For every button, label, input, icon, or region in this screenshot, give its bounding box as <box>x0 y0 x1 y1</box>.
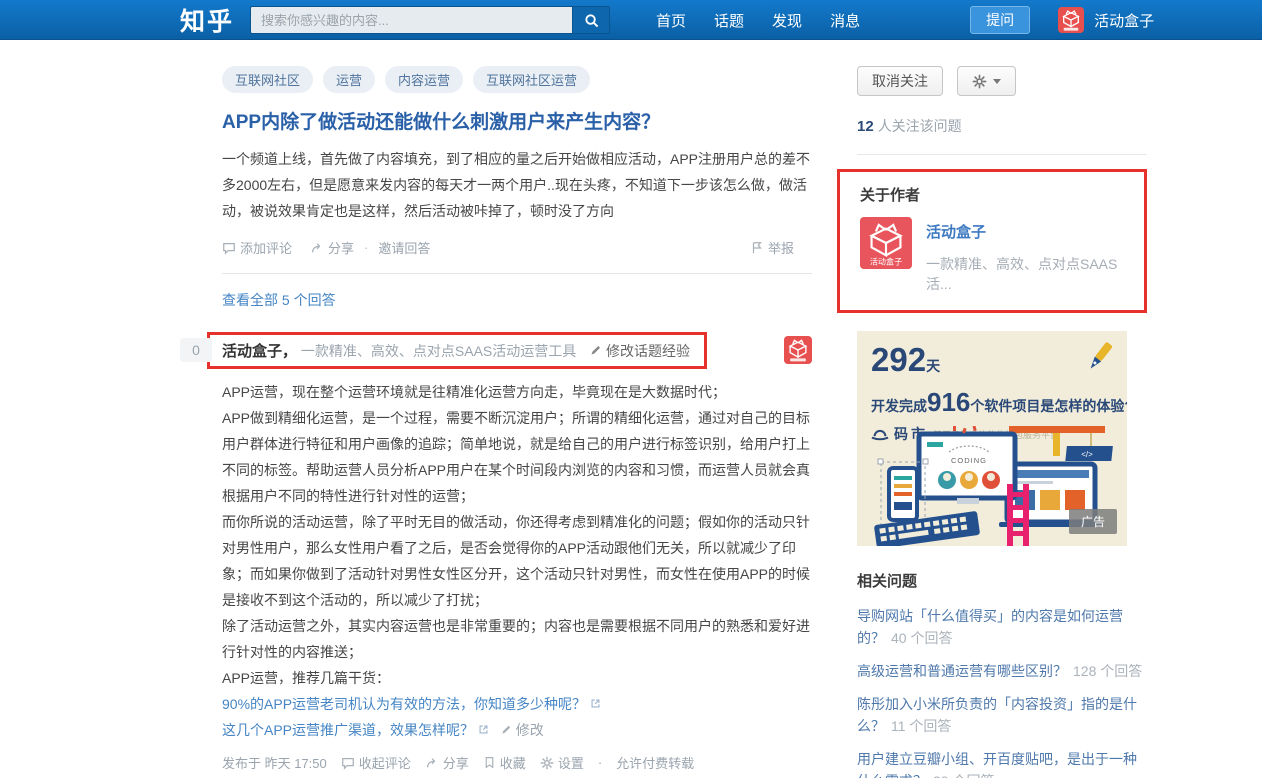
advertisement[interactable]: 292天 开发完成916个软件项目是怎样的体验? 码市 基于云技术的软件外包服务… <box>857 331 1127 546</box>
dot-separator: · <box>364 240 368 255</box>
share-icon <box>310 241 324 255</box>
sidebar: 取消关注 12人关注该问题 关于作者 活动盒子 活动盒子 一款精准、高效、点对点… <box>857 66 1147 778</box>
annotation-box-about-author: 关于作者 活动盒子 活动盒子 一款精准、高效、点对点SAAS活... <box>837 169 1147 313</box>
answer-block: 0 活动盒子， 一款精准、高效、点对点SAAS活动运营工具 修改话题经验 <box>180 332 812 778</box>
unfollow-button[interactable]: 取消关注 <box>857 66 943 96</box>
related-question-link[interactable]: 用户建立豆瓣小组、开百度贴吧，是出于一种什么需求？ <box>857 751 1137 778</box>
about-author-heading: 关于作者 <box>860 184 1128 205</box>
add-comment-action[interactable]: 添加评论 <box>222 238 292 257</box>
nav-discover[interactable]: 发现 <box>772 10 802 31</box>
question-title[interactable]: APP内除了做活动还能做什么刺激用户来产生内容？ <box>222 107 812 134</box>
pencil-icon <box>590 344 602 356</box>
user-avatar-icon <box>1058 7 1084 33</box>
external-link-icon <box>590 698 601 709</box>
invite-answer-action[interactable]: 邀请回答 <box>378 238 430 257</box>
vote-count[interactable]: 0 <box>180 338 212 362</box>
user-menu[interactable]: 活动盒子 <box>1058 7 1154 33</box>
report-action[interactable]: 举报 <box>750 238 794 257</box>
search-bar <box>250 6 610 34</box>
related-question-item: 陈彤加入小米所负责的「内容投资」指的是什么？11 个回答 <box>857 693 1143 737</box>
answer-count: 38 个回答 <box>933 773 994 778</box>
search-input[interactable] <box>250 6 572 34</box>
answer-text: APP运营，现在整个运营环境就是往精准化运营方向走，毕竟现在是大数据时代； AP… <box>222 379 812 743</box>
external-link-icon <box>478 724 489 735</box>
collapse-comments-action[interactable]: 收起评论 <box>341 753 411 772</box>
top-navbar: 知乎 首页 话题 发现 消息 提问 活动盒子 <box>0 0 1262 40</box>
share-answer-action[interactable]: 分享 <box>425 753 469 772</box>
author-bio: 一款精准、高效、点对点SAAS活... <box>926 254 1128 294</box>
question-description: 一个频道上线，首先做了内容填充，到了相应的量之后开始做相应活动，APP注册用户总… <box>222 146 812 224</box>
related-question-item: 高级运营和普通运营有哪些区别？ 128 个回答 <box>857 660 1143 682</box>
ad-days-text: 292天 <box>871 343 1113 383</box>
zhihu-page: 知乎 首页 话题 发现 消息 提问 活动盒子 <box>0 0 1262 778</box>
answer-author-avatar[interactable] <box>784 336 812 364</box>
divider <box>857 154 1147 155</box>
topic-tag[interactable]: 内容运营 <box>385 66 463 93</box>
followers-count: 12人关注该问题 <box>857 116 1147 136</box>
ad-badge: 广告 <box>1069 509 1117 534</box>
search-icon <box>584 13 599 28</box>
question-settings-button[interactable] <box>957 66 1016 96</box>
answer-count: 40 个回答 <box>891 630 952 646</box>
answer-count: 128 个回答 <box>1073 663 1142 679</box>
favorite-action[interactable]: 收藏 <box>483 753 526 772</box>
edit-link[interactable]: 修改 <box>501 722 544 738</box>
comment-icon <box>341 756 355 770</box>
chevron-down-icon <box>993 79 1001 84</box>
author-name-link[interactable]: 活动盒子 <box>926 221 1128 242</box>
share-icon <box>425 756 439 770</box>
topic-tags: 互联网社区 运营 内容运营 互联网社区运营 <box>222 66 812 93</box>
answer-meta: 发布于 昨天 17:50 收起评论 分享 收藏 <box>222 753 812 772</box>
edit-topic-link[interactable]: 修改话题经验 <box>590 343 690 359</box>
recommended-article-link-1[interactable]: 90%的APP运营老司机认为有效的方法，你知道多少种呢？ <box>222 696 586 712</box>
svg-text:活动盒子: 活动盒子 <box>870 257 902 267</box>
related-question-link[interactable]: 高级运营和普通运营有哪些区别？ <box>857 663 1067 679</box>
topic-tag[interactable]: 运营 <box>323 66 375 93</box>
related-questions-heading: 相关问题 <box>857 570 1143 591</box>
divider <box>222 273 812 274</box>
gear-icon <box>540 756 554 770</box>
question-actions: 添加评论 分享 · 邀请回答 举报 <box>222 238 812 257</box>
recommended-article-link-2[interactable]: 这几个APP运营推广渠道，效果怎样呢？ <box>222 722 474 738</box>
comment-icon <box>222 241 236 255</box>
answer-count: 11 个回答 <box>891 718 951 734</box>
related-questions: 相关问题 导购网站「什么值得买」的内容是如何运营的？40 个回答 高级运营和普通… <box>857 570 1143 778</box>
svg-text:</>: </> <box>1081 450 1093 459</box>
nav-home[interactable]: 首页 <box>656 10 686 31</box>
zhihu-logo[interactable]: 知乎 <box>180 2 234 38</box>
answer-author-name[interactable]: 活动盒子， <box>222 343 297 360</box>
related-question-item: 导购网站「什么值得买」的内容是如何运营的？40 个回答 <box>857 605 1143 649</box>
dot-separator: · <box>598 755 602 770</box>
pen-icon <box>1079 339 1117 379</box>
svg-text:CODING: CODING <box>951 456 987 465</box>
question-column: 互联网社区 运营 内容运营 互联网社区运营 APP内除了做活动还能做什么刺激用户… <box>180 66 812 778</box>
author-avatar[interactable]: 活动盒子 <box>860 217 912 269</box>
annotation-box-answer-header: 活动盒子， 一款精准、高效、点对点SAAS活动运营工具 修改话题经验 <box>207 332 707 369</box>
topic-tag[interactable]: 互联网社区 <box>222 66 313 93</box>
bookmark-icon <box>483 756 496 769</box>
related-question-item: 用户建立豆瓣小组、开百度贴吧，是出于一种什么需求？38 个回答 <box>857 748 1143 778</box>
primary-nav: 首页 话题 发现 消息 <box>642 10 874 31</box>
paid-repost-label: 允许付费转载 <box>616 753 694 772</box>
ad-headline: 开发完成916个软件项目是怎样的体验? <box>871 387 1113 418</box>
search-button[interactable] <box>572 6 610 34</box>
ask-question-button[interactable]: 提问 <box>970 6 1030 34</box>
answer-author-bio: 一款精准、高效、点对点SAAS活动运营工具 <box>301 343 576 359</box>
topic-tag[interactable]: 互联网社区运营 <box>473 66 590 93</box>
gear-icon <box>972 74 987 89</box>
pencil-icon <box>501 724 512 735</box>
publish-time: 发布于 昨天 17:50 <box>222 753 327 772</box>
view-all-answers-link[interactable]: 查看全部 5 个回答 <box>222 290 336 310</box>
nav-messages[interactable]: 消息 <box>830 10 860 31</box>
nav-topics[interactable]: 话题 <box>714 10 744 31</box>
username-label: 活动盒子 <box>1094 10 1154 31</box>
flag-icon <box>750 241 764 255</box>
settings-action[interactable]: 设置 <box>540 753 584 772</box>
share-action[interactable]: 分享 <box>310 238 354 257</box>
